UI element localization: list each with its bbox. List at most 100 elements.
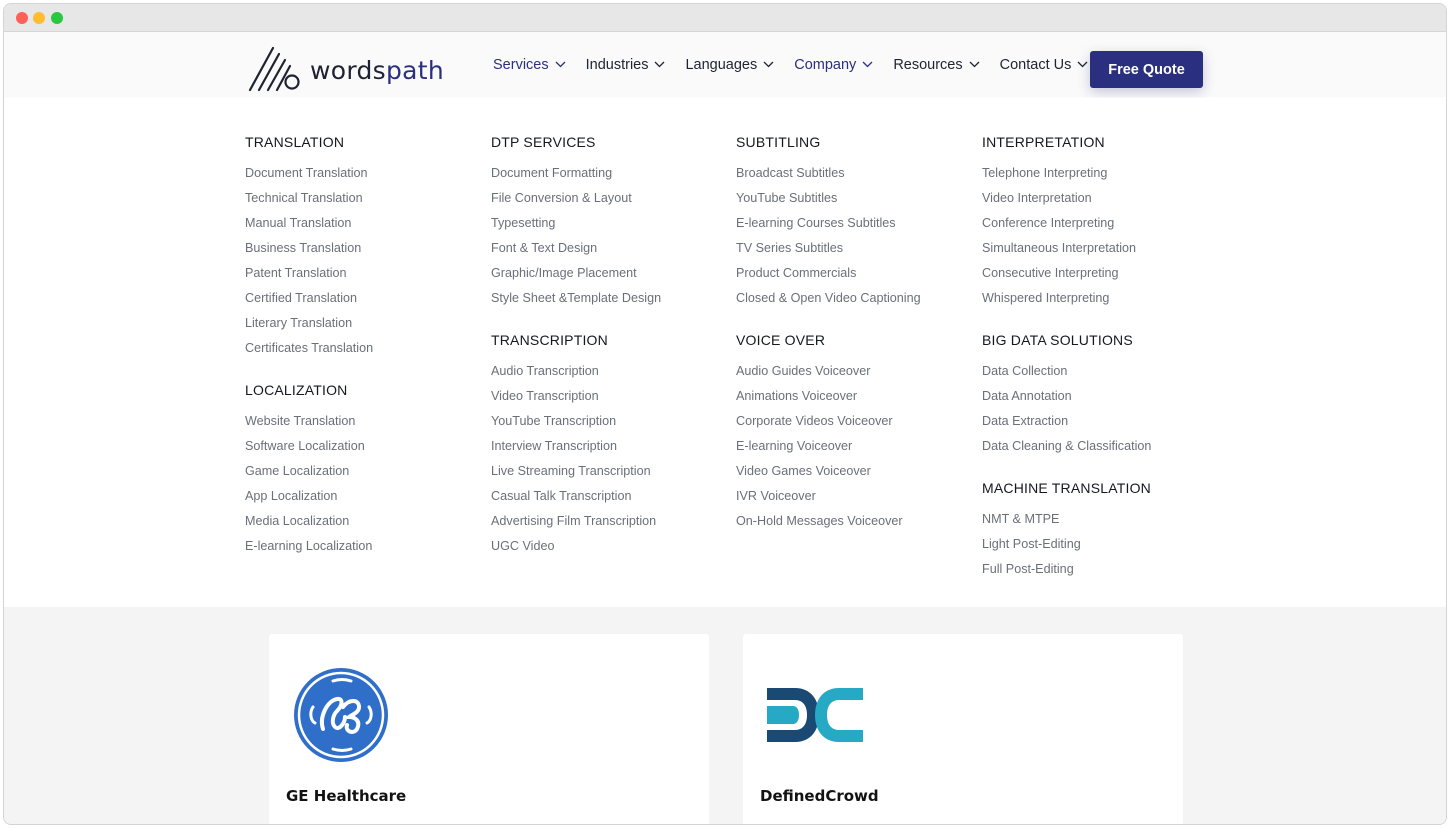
menu-link[interactable]: Telephone Interpreting: [982, 165, 1222, 190]
browser-window: wordspath Services Industries Languages …: [3, 3, 1447, 825]
menu-group-title[interactable]: TRANSCRIPTION: [491, 330, 731, 363]
menu-link[interactable]: Manual Translation: [245, 215, 485, 240]
menu-group-title[interactable]: LOCALIZATION: [245, 380, 485, 413]
menu-group-title[interactable]: VOICE OVER: [736, 330, 976, 363]
menu-link[interactable]: Advertising Film Transcription: [491, 513, 731, 538]
menu-link[interactable]: Video Games Voiceover: [736, 463, 976, 488]
menu-group: TRANSLATION Document Translation Technical…: [245, 132, 485, 365]
site-header: wordspath Services Industries Languages …: [4, 32, 1446, 97]
menu-link[interactable]: Whispered Interpreting: [982, 290, 1222, 315]
menu-link[interactable]: Light Post-Editing: [982, 536, 1222, 561]
menu-link[interactable]: File Conversion & Layout: [491, 190, 731, 215]
menu-link[interactable]: Broadcast Subtitles: [736, 165, 976, 190]
menu-link[interactable]: Simultaneous Interpretation: [982, 240, 1222, 265]
nav-resources-label: Resources: [893, 56, 963, 73]
maximize-window-button[interactable]: [51, 12, 63, 24]
menu-link[interactable]: Data Cleaning & Classification: [982, 438, 1222, 463]
menu-link[interactable]: Data Extraction: [982, 413, 1222, 438]
client-card[interactable]: DefinedCrowd: [743, 634, 1183, 824]
free-quote-button[interactable]: Free Quote: [1090, 51, 1203, 88]
menu-link[interactable]: Product Commercials: [736, 265, 976, 290]
menu-link[interactable]: Font & Text Design: [491, 240, 731, 265]
window-titlebar: [4, 4, 1446, 32]
menu-link[interactable]: Closed & Open Video Captioning: [736, 290, 976, 315]
menu-group-title[interactable]: SUBTITLING: [736, 132, 976, 165]
menu-column-1: TRANSLATION Document Translation Technical…: [245, 132, 485, 563]
menu-group-title[interactable]: MACHINE TRANSLATION: [982, 478, 1222, 511]
menu-link[interactable]: App Localization: [245, 488, 485, 513]
menu-link[interactable]: YouTube Subtitles: [736, 190, 976, 215]
menu-column-3: SUBTITLING Broadcast Subtitles YouTube Sub…: [736, 132, 976, 538]
menu-group-title[interactable]: DTP SERVICES: [491, 132, 731, 165]
menu-link[interactable]: UGC Video: [491, 538, 731, 563]
menu-link[interactable]: Typesetting: [491, 215, 731, 240]
menu-link[interactable]: Game Localization: [245, 463, 485, 488]
menu-link[interactable]: Style Sheet &Template Design: [491, 290, 731, 315]
nav-languages[interactable]: Languages: [685, 57, 774, 73]
client-name: GE Healthcare: [286, 787, 407, 805]
menu-link[interactable]: Casual Talk Transcription: [491, 488, 731, 513]
nav-company[interactable]: Company: [794, 57, 873, 73]
menu-link[interactable]: Website Translation: [245, 413, 485, 438]
nav-industries-label: Industries: [585, 56, 649, 73]
menu-link[interactable]: E-learning Voiceover: [736, 438, 976, 463]
menu-link[interactable]: Corporate Videos Voiceover: [736, 413, 976, 438]
menu-link[interactable]: TV Series Subtitles: [736, 240, 976, 265]
menu-link[interactable]: E-learning Courses Subtitles: [736, 215, 976, 240]
nav-services[interactable]: Services: [493, 57, 566, 73]
menu-link[interactable]: Literary Translation: [245, 315, 485, 340]
close-window-button[interactable]: [16, 12, 28, 24]
menu-link[interactable]: Video Transcription: [491, 388, 731, 413]
menu-link[interactable]: Data Collection: [982, 363, 1222, 388]
chevron-down-icon: [655, 61, 665, 68]
menu-link[interactable]: Full Post-Editing: [982, 561, 1222, 586]
client-name: DefinedCrowd: [760, 787, 879, 805]
menu-link[interactable]: Certificates Translation: [245, 340, 485, 365]
menu-group-title[interactable]: INTERPRETATION: [982, 132, 1222, 165]
menu-link[interactable]: Technical Translation: [245, 190, 485, 215]
menu-group: TRANSCRIPTION Audio Transcription Video Tr…: [491, 330, 731, 563]
minimize-window-button[interactable]: [33, 12, 45, 24]
menu-link[interactable]: Document Translation: [245, 165, 485, 190]
menu-link[interactable]: Business Translation: [245, 240, 485, 265]
menu-link[interactable]: Patent Translation: [245, 265, 485, 290]
logo-word-part2: path: [385, 55, 445, 85]
menu-link[interactable]: Data Annotation: [982, 388, 1222, 413]
nav-contact-us[interactable]: Contact Us: [1000, 57, 1089, 73]
wordspath-logo-icon: [248, 46, 300, 92]
nav-languages-label: Languages: [685, 56, 758, 73]
menu-link[interactable]: Graphic/Image Placement: [491, 265, 731, 290]
menu-link[interactable]: Document Formatting: [491, 165, 731, 190]
menu-group: VOICE OVER Audio Guides Voiceover Animatio…: [736, 330, 976, 538]
menu-link[interactable]: Certified Translation: [245, 290, 485, 315]
nav-services-label: Services: [493, 56, 549, 73]
menu-link[interactable]: Audio Guides Voiceover: [736, 363, 976, 388]
chevron-down-icon: [862, 61, 873, 68]
menu-link[interactable]: On-Hold Messages Voiceover: [736, 513, 976, 538]
menu-link[interactable]: YouTube Transcription: [491, 413, 731, 438]
menu-link[interactable]: Interview Transcription: [491, 438, 731, 463]
chevron-down-icon: [969, 61, 980, 68]
menu-link[interactable]: IVR Voiceover: [736, 488, 976, 513]
menu-link[interactable]: Conference Interpreting: [982, 215, 1222, 240]
site-logo[interactable]: wordspath: [248, 46, 444, 92]
menu-group-title[interactable]: BIG DATA SOLUTIONS: [982, 330, 1222, 363]
menu-link[interactable]: Software Localization: [245, 438, 485, 463]
main-nav: Services Industries Languages Company Re…: [493, 32, 1108, 97]
client-card[interactable]: GE Healthcare: [269, 634, 709, 824]
definedcrowd-logo-icon: [767, 688, 863, 742]
menu-link[interactable]: Consecutive Interpreting: [982, 265, 1222, 290]
menu-group-title[interactable]: TRANSLATION: [245, 132, 485, 165]
menu-group: BIG DATA SOLUTIONS Data Collection Data An…: [982, 330, 1222, 463]
menu-link[interactable]: E-learning Localization: [245, 538, 485, 563]
menu-link[interactable]: Animations Voiceover: [736, 388, 976, 413]
menu-link[interactable]: Video Interpretation: [982, 190, 1222, 215]
menu-link[interactable]: Live Streaming Transcription: [491, 463, 731, 488]
chevron-down-icon: [555, 61, 566, 68]
menu-link[interactable]: NMT & MTPE: [982, 511, 1222, 536]
nav-industries[interactable]: Industries: [586, 57, 666, 73]
menu-column-4: INTERPRETATION Telephone Interpreting Vide…: [982, 132, 1222, 586]
menu-link[interactable]: Media Localization: [245, 513, 485, 538]
menu-link[interactable]: Audio Transcription: [491, 363, 731, 388]
nav-resources[interactable]: Resources: [893, 56, 980, 73]
